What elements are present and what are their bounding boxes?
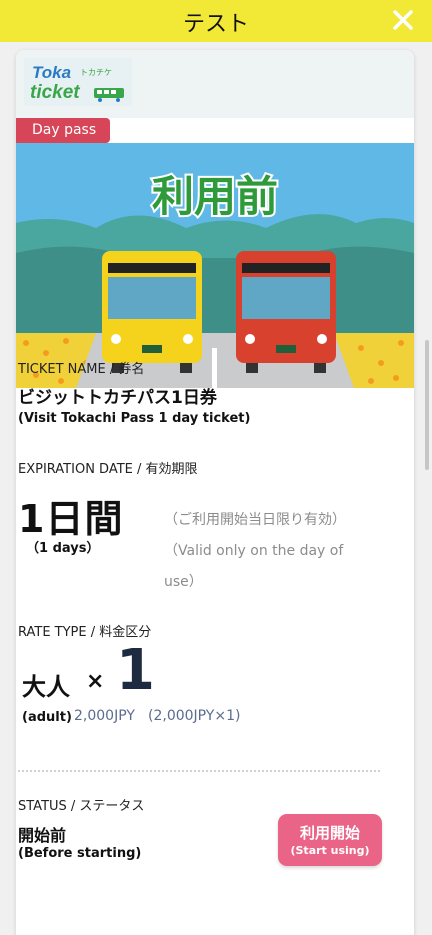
card-header: Toka トカチケ ticket xyxy=(16,50,414,118)
status-value-en: (Before starting) xyxy=(18,846,142,861)
toka-ticket-logo: Toka トカチケ ticket xyxy=(24,58,132,106)
day-pass-badge: Day pass xyxy=(16,118,110,143)
svg-text:Toka: Toka xyxy=(32,63,71,82)
page-title: テスト xyxy=(182,12,249,37)
rate-type: 大人 xyxy=(22,673,70,701)
expiration-label: EXPIRATION DATE / 有効期限 xyxy=(18,462,198,477)
scrollbar[interactable] xyxy=(425,340,429,470)
status-value: 開始前 xyxy=(18,826,67,845)
ticket-name: ビジットトカチパス1日券 xyxy=(18,388,217,408)
ticket-name-label: TICKET NAME / 券名 xyxy=(18,362,145,377)
start-using-button[interactable]: 利用開始 (Start using) xyxy=(278,814,382,866)
expiration-note-ja: （ご利用開始当日限り有効） xyxy=(164,512,346,528)
status-label: STATUS / ステータス xyxy=(18,799,145,814)
rate-calculation: (2,000JPY×1) xyxy=(148,708,241,724)
start-using-label: 利用開始 xyxy=(299,824,360,842)
rate-type-en: (adult) xyxy=(22,710,72,725)
rate-price: 2,000JPY xyxy=(74,708,135,724)
close-icon[interactable] xyxy=(388,5,418,35)
expiration-value-en: （1 days） xyxy=(26,541,100,556)
expiration-note: （ご利用開始当日限り有効） （Valid only on the day of … xyxy=(164,505,364,598)
expiration-note-en: （Valid only on the day of use） xyxy=(164,543,344,590)
divider xyxy=(18,770,380,772)
expiration-value: 1日間 xyxy=(18,497,124,541)
rate-times: × xyxy=(86,669,105,694)
start-using-sub-label: (Start using) xyxy=(290,844,370,857)
top-bar: テスト xyxy=(0,0,432,42)
svg-text:ticket: ticket xyxy=(30,82,80,103)
rate-count: 1 xyxy=(116,638,155,703)
bus-illustration: 利用前 xyxy=(16,143,414,388)
svg-text:トカチケ: トカチケ xyxy=(80,68,112,77)
ticket-name-en: (Visit Tokachi Pass 1 day ticket) xyxy=(18,411,251,426)
svg-text:利用前: 利用前 xyxy=(152,172,278,221)
